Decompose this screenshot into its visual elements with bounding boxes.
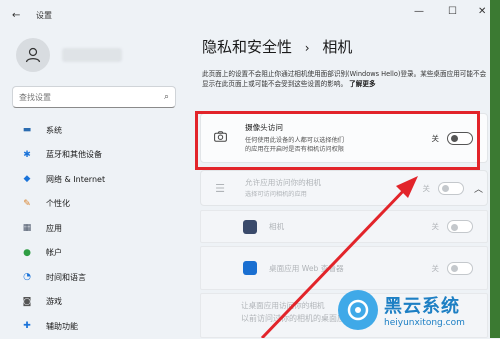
brush-icon: ✎ bbox=[23, 198, 31, 209]
sidebar-item-bluetooth[interactable]: ✱ 蓝牙和其他设备 bbox=[12, 143, 178, 168]
sidebar-item-system[interactable]: ▬ 系统 bbox=[12, 118, 178, 143]
watermark-url: heiyunxitong.com bbox=[384, 318, 465, 328]
sidebar-item-network[interactable]: ◆ 网络 & Internet bbox=[12, 167, 178, 192]
search-input[interactable] bbox=[19, 92, 164, 102]
breadcrumb-current: 相机 bbox=[322, 38, 353, 56]
app-access-state: 关 bbox=[422, 183, 430, 193]
sidebar-item-personalization[interactable]: ✎ 个性化 bbox=[12, 192, 178, 217]
sidebar-item-accessibility[interactable]: ✚ 辅助功能 bbox=[12, 314, 178, 339]
person-icon: ● bbox=[23, 247, 31, 258]
gamepad-icon: ◙ bbox=[22, 296, 32, 307]
bluetooth-icon: ✱ bbox=[23, 149, 31, 160]
app-name: 桌面应用 Web 查看器 bbox=[269, 263, 344, 273]
maximize-icon[interactable]: ☐ bbox=[448, 6, 457, 17]
cloud-logo-icon bbox=[338, 290, 378, 330]
list-icon: ☰ bbox=[215, 181, 225, 195]
app-row-web-viewer: 桌面应用 Web 查看器 关 bbox=[200, 246, 488, 290]
app-web-viewer-state: 关 bbox=[431, 263, 440, 273]
minimize-icon[interactable]: — bbox=[414, 6, 424, 17]
sidebar-nav: ▬ 系统 ✱ 蓝牙和其他设备 ◆ 网络 & Internet ✎ 个性化 ▦ 应… bbox=[12, 118, 178, 339]
avatar-icon bbox=[16, 38, 50, 72]
back-arrow-icon[interactable]: ← bbox=[12, 10, 26, 21]
apps-icon: ▦ bbox=[22, 223, 32, 234]
user-profile[interactable] bbox=[16, 38, 122, 72]
web-viewer-app-icon bbox=[243, 261, 257, 275]
sidebar-item-label: 应用 bbox=[46, 223, 62, 233]
description-text: 此页面上的设置不会阻止你通过相机使用面部识别(Windows Hello)登录。… bbox=[202, 70, 487, 88]
watermark: 黑云系统 heiyunxitong.com bbox=[338, 290, 465, 330]
learn-more-link[interactable]: 了解更多 bbox=[349, 80, 375, 88]
breadcrumb-separator-icon: › bbox=[304, 41, 310, 55]
camera-app-icon bbox=[243, 219, 257, 234]
close-icon[interactable]: ✕ bbox=[478, 6, 486, 17]
sidebar-item-label: 时间和语言 bbox=[46, 272, 86, 282]
app-access-title: 允许应用访问你的相机 bbox=[245, 178, 321, 187]
search-icon[interactable]: ⌕ bbox=[164, 92, 169, 102]
sidebar-item-label: 辅助功能 bbox=[46, 321, 78, 331]
background-window-strip bbox=[490, 0, 500, 338]
sidebar-item-apps[interactable]: ▦ 应用 bbox=[12, 216, 178, 241]
sidebar-item-label: 网络 & Internet bbox=[46, 174, 106, 184]
search-box[interactable]: ⌕ bbox=[12, 86, 176, 108]
wifi-icon: ◆ bbox=[23, 174, 31, 185]
highlight-box bbox=[195, 111, 480, 170]
sidebar-item-label: 个性化 bbox=[46, 199, 70, 209]
accessibility-icon: ✚ bbox=[23, 321, 31, 332]
title-bar: ← 设置 bbox=[0, 0, 500, 30]
app-access-subtitle: 选择可访问相机的应用 bbox=[245, 191, 307, 198]
monitor-icon: ▬ bbox=[22, 125, 32, 136]
sidebar: ⌕ ▬ 系统 ✱ 蓝牙和其他设备 ◆ 网络 & Internet ✎ 个性化 ▦… bbox=[0, 30, 182, 338]
app-camera-state: 关 bbox=[431, 222, 440, 231]
watermark-brand: 黑云系统 bbox=[384, 296, 460, 317]
app-web-viewer-toggle[interactable] bbox=[447, 261, 473, 275]
app-access-toggle[interactable] bbox=[437, 181, 464, 195]
app-camera-toggle[interactable] bbox=[447, 220, 473, 233]
app-row-camera: 相机 关 bbox=[200, 210, 488, 243]
page-description: 此页面上的设置不会阻止你通过相机使用面部识别(Windows Hello)登录。… bbox=[202, 69, 492, 89]
sidebar-item-accounts[interactable]: ● 帐户 bbox=[12, 241, 178, 266]
app-camera-access-setting[interactable]: ☰ 允许应用访问你的相机 选择可访问相机的应用 关 ︿ bbox=[200, 170, 488, 206]
sidebar-item-time-language[interactable]: ◔ 时间和语言 bbox=[12, 265, 178, 290]
page-title: 隐私和安全性 › 相机 bbox=[202, 36, 352, 57]
sidebar-item-label: 帐户 bbox=[46, 248, 62, 258]
sidebar-item-gaming[interactable]: ◙ 游戏 bbox=[12, 290, 178, 315]
breadcrumb-parent[interactable]: 隐私和安全性 bbox=[202, 38, 292, 56]
sidebar-item-label: 游戏 bbox=[46, 297, 62, 307]
app-name: 相机 bbox=[269, 222, 285, 231]
chevron-up-icon[interactable]: ︿ bbox=[474, 182, 483, 195]
blurred-username bbox=[62, 48, 122, 62]
window-title: 设置 bbox=[36, 10, 52, 20]
globe-clock-icon: ◔ bbox=[23, 272, 31, 283]
sidebar-item-label: 系统 bbox=[46, 125, 62, 135]
sidebar-item-label: 蓝牙和其他设备 bbox=[46, 150, 102, 160]
